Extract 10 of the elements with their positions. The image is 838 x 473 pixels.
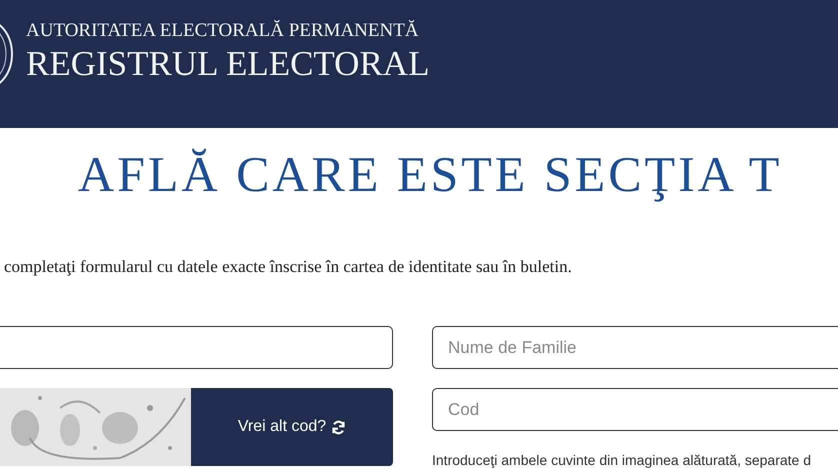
refresh-icon	[331, 420, 346, 434]
help-text: Introduceţi ambele cuvinte din imaginea alăturată, separate d	[432, 451, 812, 470]
instructions-text: completaţi formularul cu datele exacte înscrise în cartea de identitate sau în buletin.	[4, 256, 572, 278]
code-field[interactable]: Cod	[432, 388, 838, 431]
site-title: REGISTRUL ELECTORAL	[26, 44, 430, 84]
authority-name: AUTORITATEA ELECTORALĂ PERMANENTĂ	[26, 18, 420, 43]
refresh-code-button[interactable]: Vrei alt cod?	[191, 388, 393, 466]
input-field[interactable]	[0, 326, 393, 369]
page-title: AFLĂ CARE ESTE SECŢIA T	[78, 145, 782, 204]
last-name-field[interactable]: Nume de Familie	[432, 326, 838, 369]
